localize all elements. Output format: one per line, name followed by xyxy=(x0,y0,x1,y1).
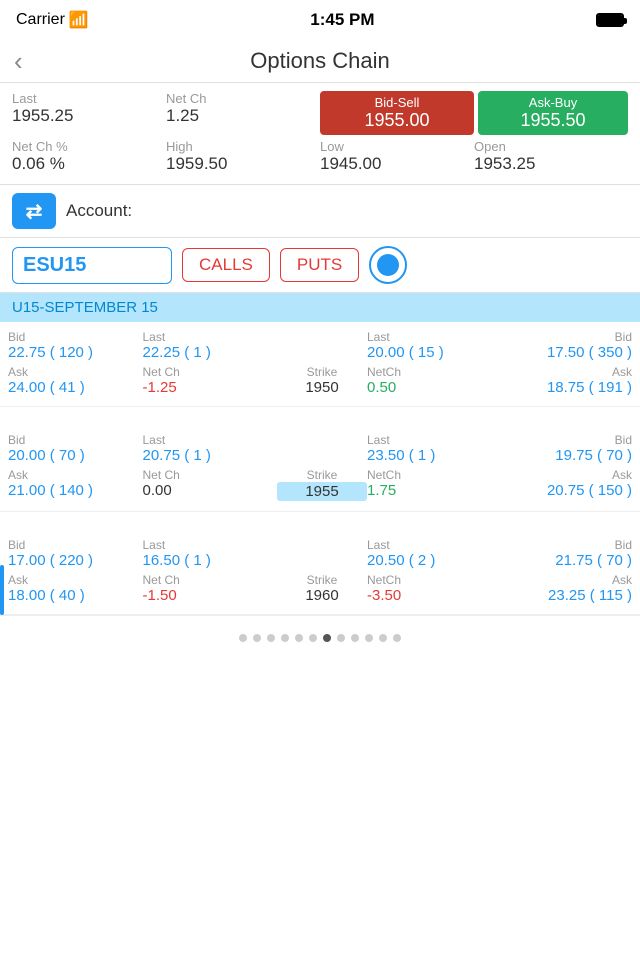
status-time: 1:45 PM xyxy=(310,10,374,30)
scroll-dot xyxy=(365,634,373,642)
quote-high: High 1959.50 xyxy=(166,139,320,174)
scroll-dot xyxy=(267,634,275,642)
page-dots xyxy=(0,615,640,656)
account-label: Account: xyxy=(66,201,132,221)
ask-buy-button[interactable]: Ask-Buy 1955.50 xyxy=(478,91,628,135)
scroll-dot xyxy=(379,634,387,642)
month-header: U15-SEPTEMBER 15 xyxy=(0,293,640,322)
radio-button[interactable] xyxy=(369,246,407,284)
scroll-dot xyxy=(351,634,359,642)
scroll-dots xyxy=(0,626,640,646)
strike-highlight: 1955 xyxy=(277,482,367,501)
scroll-dot xyxy=(393,634,401,642)
scroll-dot xyxy=(253,634,261,642)
calls-button[interactable]: CALLS xyxy=(182,248,270,282)
scroll-dot-active xyxy=(323,634,331,642)
bid-sell-button[interactable]: Bid-Sell 1955.00 xyxy=(320,91,474,135)
account-row: ⇄ Account: xyxy=(0,185,640,238)
quote-bar-row2: Net Ch % 0.06 % High 1959.50 Low 1945.00… xyxy=(0,137,640,185)
options-col-header-row3: Bid 17.00 ( 220 ) Last 16.50 ( 1 ) Last … xyxy=(0,530,640,571)
options-row-3[interactable]: Ask 18.00 ( 40 ) Net Ch -1.50 Strike 196… xyxy=(0,571,640,615)
scroll-dot xyxy=(281,634,289,642)
scroll-dot xyxy=(239,634,247,642)
scroll-indicator xyxy=(0,565,4,615)
status-bar: Carrier 📶 1:45 PM xyxy=(0,0,640,40)
scroll-dot xyxy=(295,634,303,642)
quote-last: Last 1955.25 xyxy=(12,91,166,135)
quote-netch: Net Ch 1.25 xyxy=(166,91,320,135)
wifi-icon: 📶 xyxy=(69,10,89,30)
symbol-input[interactable] xyxy=(12,247,172,284)
quote-open: Open 1953.25 xyxy=(474,139,628,174)
page-title: Options Chain xyxy=(250,48,389,74)
radio-inner xyxy=(377,254,399,276)
scroll-dot xyxy=(309,634,317,642)
toolbar-row: CALLS PUTS xyxy=(0,238,640,293)
page-header: ‹ Options Chain xyxy=(0,40,640,83)
battery-icon xyxy=(596,13,624,27)
scroll-dot xyxy=(337,634,345,642)
swap-button[interactable]: ⇄ xyxy=(12,193,56,229)
quote-netchpct: Net Ch % 0.06 % xyxy=(12,139,166,174)
options-col-header-row1: Bid 22.75 ( 120 ) Last 22.25 ( 1 ) Last … xyxy=(0,322,640,363)
quote-bar-row1: Last 1955.25 Net Ch 1.25 Bid-Sell 1955.0… xyxy=(0,83,640,137)
options-row-2[interactable]: Ask 21.00 ( 140 ) Net Ch 0.00 Strike 195… xyxy=(0,466,640,512)
quote-low: Low 1945.00 xyxy=(320,139,474,174)
back-button[interactable]: ‹ xyxy=(14,46,23,77)
puts-button[interactable]: PUTS xyxy=(280,248,359,282)
options-row-1[interactable]: Ask 24.00 ( 41 ) Net Ch -1.25 Strike 195… xyxy=(0,363,640,407)
options-col-header-row2: Bid 20.00 ( 70 ) Last 20.75 ( 1 ) Last 2… xyxy=(0,425,640,466)
carrier-label: Carrier xyxy=(16,11,65,29)
